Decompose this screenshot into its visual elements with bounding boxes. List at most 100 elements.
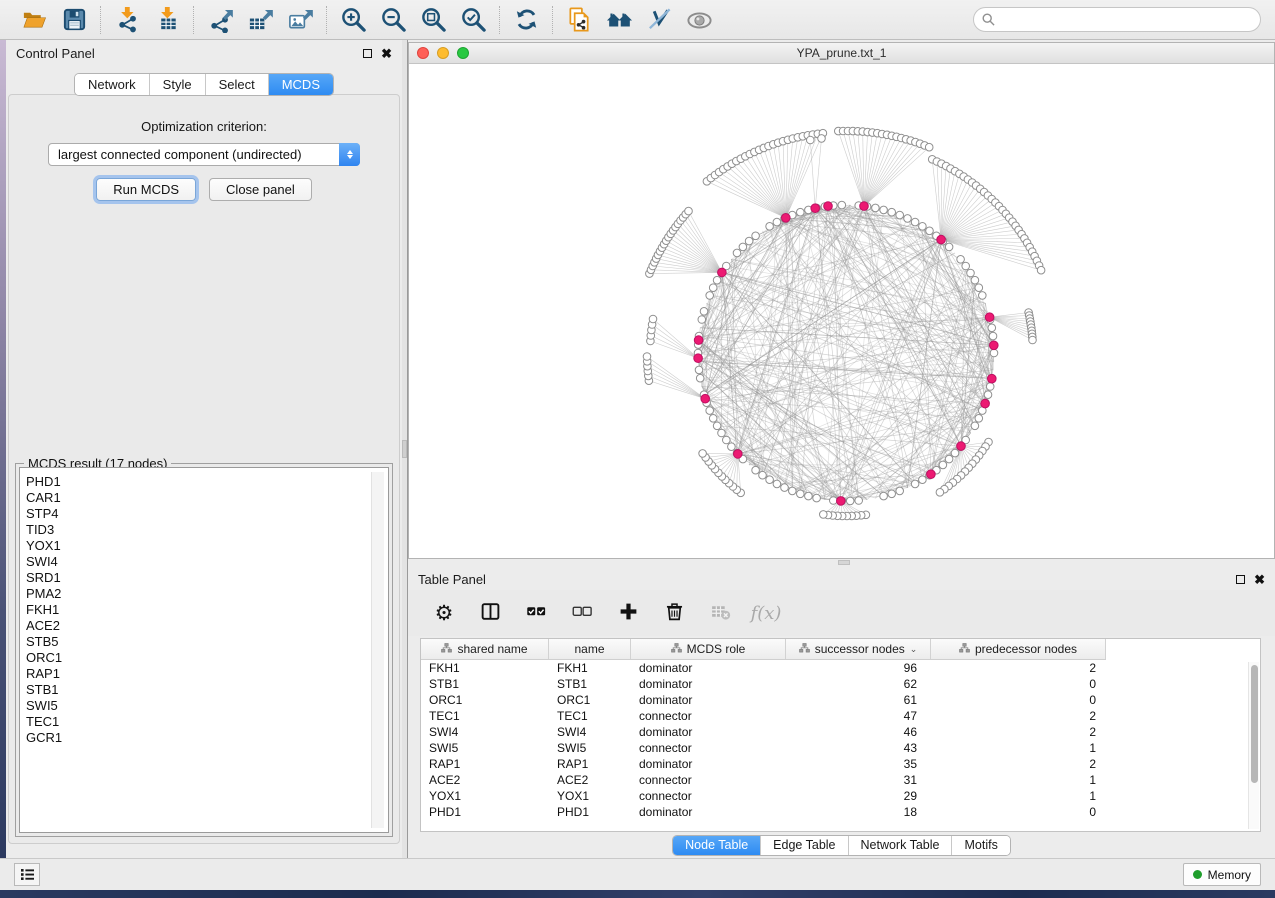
float-table-panel-icon[interactable] [1236, 575, 1245, 584]
mcds-graph-node[interactable] [694, 336, 703, 345]
mcds-graph-node[interactable] [694, 354, 703, 363]
column-header-MCDS-role[interactable]: MCDS role [631, 639, 786, 659]
table-row[interactable]: RAP1RAP1dominator352 [421, 756, 1260, 772]
table-row[interactable]: STB1STB1dominator620 [421, 676, 1260, 692]
mcds-graph-node[interactable] [985, 313, 994, 322]
delete-columns-button[interactable] [656, 595, 692, 631]
table-row[interactable]: YOX1YOX1connector291 [421, 788, 1260, 804]
mcds-result-item[interactable]: STB5 [26, 634, 388, 650]
show-graphics-details-button[interactable] [682, 4, 716, 36]
mcds-result-item[interactable]: STB1 [26, 682, 388, 698]
tab-network[interactable]: Network [75, 74, 149, 95]
settings-gear-icon: ⚙ [435, 603, 454, 624]
mcds-graph-node[interactable] [811, 204, 820, 213]
mcds-graph-node[interactable] [927, 470, 936, 479]
mcds-graph-node[interactable] [782, 214, 791, 223]
horizontal-splitter[interactable] [408, 559, 1275, 566]
mcds-result-item[interactable]: ORC1 [26, 650, 388, 666]
mcds-result-item[interactable]: RAP1 [26, 666, 388, 682]
save-session-button[interactable] [57, 4, 91, 36]
run-mcds-button[interactable]: Run MCDS [96, 178, 196, 201]
mcds-result-item[interactable]: SWI5 [26, 698, 388, 714]
mcds-graph-node[interactable] [981, 399, 990, 408]
mcds-result-item[interactable]: FKH1 [26, 602, 388, 618]
import-network-icon [114, 6, 141, 33]
settings-gear-button[interactable]: ⚙ [426, 595, 462, 631]
add-column-button[interactable] [610, 595, 646, 631]
mcds-graph-node[interactable] [990, 341, 999, 350]
column-header-successor-nodes[interactable]: successor nodes⌄ [786, 639, 931, 659]
zoom-in-button[interactable] [336, 4, 370, 36]
tab-network-table[interactable]: Network Table [848, 836, 952, 855]
table-scrollbar[interactable] [1248, 662, 1259, 829]
close-table-panel-icon[interactable]: ✖ [1254, 573, 1265, 586]
table-row[interactable]: SWI4SWI4dominator462 [421, 724, 1260, 740]
memory-button[interactable]: Memory [1183, 863, 1261, 886]
tab-motifs[interactable]: Motifs [951, 836, 1009, 855]
task-history-button[interactable] [14, 863, 40, 886]
table-row[interactable]: TEC1TEC1connector472 [421, 708, 1260, 724]
horizontal-splitter-grip[interactable] [838, 560, 850, 565]
refresh-view-button[interactable] [509, 4, 543, 36]
tab-select[interactable]: Select [205, 74, 268, 95]
mcds-result-item[interactable]: STP4 [26, 506, 388, 522]
mcds-result-item[interactable]: SWI4 [26, 554, 388, 570]
search-input[interactable] [1000, 10, 1252, 30]
mcds-graph-node[interactable] [988, 374, 997, 383]
open-file-icon [21, 6, 48, 33]
export-network-button[interactable] [203, 4, 237, 36]
mcds-graph-node[interactable] [701, 394, 710, 403]
vertical-splitter-grip[interactable] [402, 440, 407, 458]
tab-style[interactable]: Style [149, 74, 205, 95]
mcds-graph-node[interactable] [860, 202, 869, 211]
table-row[interactable]: ACE2ACE2connector311 [421, 772, 1260, 788]
hide-annotations-button[interactable] [642, 4, 676, 36]
mcds-result-item[interactable]: SRD1 [26, 570, 388, 586]
mcds-result-item[interactable]: TID3 [26, 522, 388, 538]
tab-mcds[interactable]: MCDS [268, 74, 333, 95]
close-panel-button[interactable]: Close panel [209, 178, 312, 201]
mcds-graph-node[interactable] [957, 442, 966, 451]
export-table-button[interactable] [243, 4, 277, 36]
mcds-result-item[interactable]: CAR1 [26, 490, 388, 506]
table-row[interactable]: ORC1ORC1dominator610 [421, 692, 1260, 708]
zoom-fit-button[interactable] [416, 4, 450, 36]
mcds-graph-node[interactable] [937, 235, 946, 244]
mcds-result-item[interactable]: PHD1 [26, 474, 388, 490]
import-network-button[interactable] [110, 4, 144, 36]
result-scrollbar[interactable] [371, 472, 384, 828]
column-header-name[interactable]: name [549, 639, 631, 659]
mcds-result-item[interactable]: PMA2 [26, 586, 388, 602]
zoom-out-button[interactable] [376, 4, 410, 36]
table-row[interactable]: SWI5SWI5connector431 [421, 740, 1260, 756]
import-table-icon [154, 6, 181, 33]
app-home-button[interactable] [602, 4, 636, 36]
criterion-dropdown[interactable]: largest connected component (undirected) [48, 143, 360, 166]
close-panel-icon[interactable]: ✖ [381, 47, 392, 60]
mcds-graph-node[interactable] [824, 202, 833, 211]
mcds-graph-node[interactable] [837, 497, 846, 506]
column-header-predecessor-nodes[interactable]: predecessor nodes [931, 639, 1106, 659]
mcds-result-item[interactable]: GCR1 [26, 730, 388, 746]
open-file-button[interactable] [17, 4, 51, 36]
mcds-graph-node[interactable] [734, 450, 743, 459]
mcds-graph-node[interactable] [718, 268, 727, 277]
select-all-button[interactable] [518, 595, 554, 631]
network-canvas[interactable] [409, 64, 1274, 558]
table-row[interactable]: PHD1PHD1dominator180 [421, 804, 1260, 820]
table-row[interactable]: FKH1FKH1dominator962 [421, 660, 1260, 676]
table-scrollbar-thumb[interactable] [1251, 665, 1258, 783]
deselect-all-button[interactable] [564, 595, 600, 631]
column-header-shared-name[interactable]: shared name [421, 639, 549, 659]
float-panel-icon[interactable] [363, 49, 372, 58]
share-network-file-button[interactable] [562, 4, 596, 36]
tab-node-table[interactable]: Node Table [673, 836, 760, 855]
mcds-result-item[interactable]: YOX1 [26, 538, 388, 554]
mcds-result-item[interactable]: ACE2 [26, 618, 388, 634]
tab-edge-table[interactable]: Edge Table [760, 836, 847, 855]
mcds-result-item[interactable]: TEC1 [26, 714, 388, 730]
import-table-button[interactable] [150, 4, 184, 36]
export-image-button[interactable] [283, 4, 317, 36]
zoom-selected-button[interactable] [456, 4, 490, 36]
show-columns-button[interactable] [472, 595, 508, 631]
